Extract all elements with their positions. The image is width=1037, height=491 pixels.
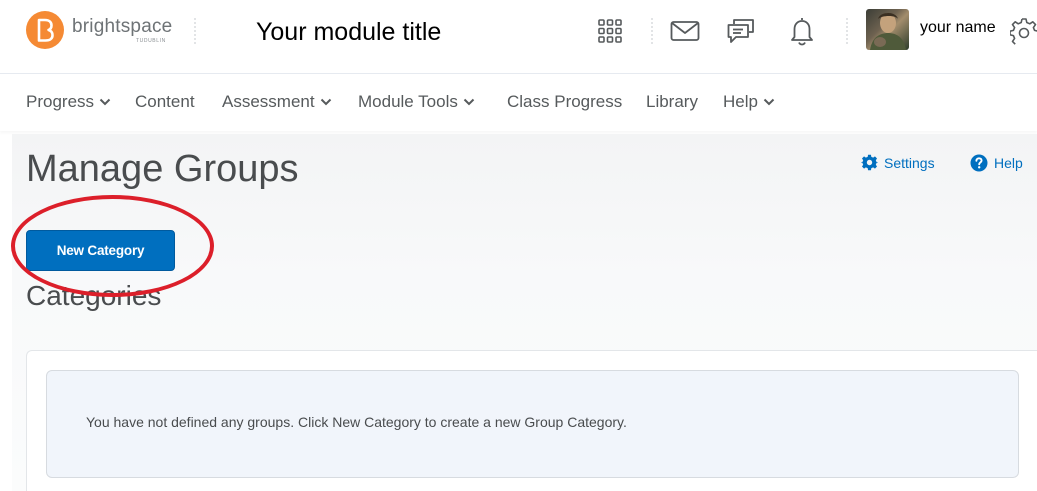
empty-state-message: You have not defined any groups. Click N… [86,414,627,430]
nav-library[interactable]: Library [646,92,698,112]
nav-class-progress[interactable]: Class Progress [507,92,622,112]
chevron-down-icon [763,98,775,106]
header-divider [194,18,196,44]
chat-icon[interactable] [726,16,756,46]
chevron-down-icon [320,98,331,106]
brightspace-logo-icon[interactable] [26,11,64,49]
nav-progress[interactable]: Progress [26,92,111,112]
new-category-button[interactable]: New Category [26,230,175,271]
help-link[interactable]: Help [970,154,1023,172]
settings-link[interactable]: Settings [861,154,935,171]
minibar: brightspace TUDUBLIN Your module title y… [0,0,1037,74]
chevron-down-icon [99,98,111,106]
header-divider [651,18,653,44]
nav-content[interactable]: Content [135,92,195,112]
mail-icon[interactable] [670,16,700,46]
nav-content-label: Content [135,92,195,111]
page-title: Manage Groups [26,148,299,190]
settings-link-label: Settings [884,154,935,171]
module-title[interactable]: Your module title [256,18,441,47]
gear-icon[interactable] [1009,16,1037,46]
nav-class-progress-label: Class Progress [507,92,623,111]
gear-icon [861,154,878,171]
nav-assessment-label: Assessment [222,92,315,111]
user-name-label[interactable]: your name [920,19,996,37]
brand-subtitle: TUDUBLIN [136,38,166,44]
help-link-label: Help [994,155,1023,171]
navbar: Progress Content Assessment Module Tools… [0,75,1037,131]
chevron-down-icon [463,98,475,106]
nav-progress-label: Progress [26,92,95,111]
bell-icon[interactable] [787,16,817,46]
nav-help[interactable]: Help [723,92,775,112]
waffle-icon[interactable] [595,16,625,46]
nav-library-label: Library [646,92,698,111]
nav-module-tools[interactable]: Module Tools [358,92,475,112]
nav-assessment[interactable]: Assessment [222,92,332,112]
header-divider [846,18,848,44]
brand-wordmark: brightspace [72,16,173,37]
categories-heading: Categories [26,280,162,311]
help-icon [970,154,988,172]
user-avatar[interactable] [866,9,909,50]
nav-help-label: Help [723,92,758,111]
nav-module-tools-label: Module Tools [358,92,458,111]
